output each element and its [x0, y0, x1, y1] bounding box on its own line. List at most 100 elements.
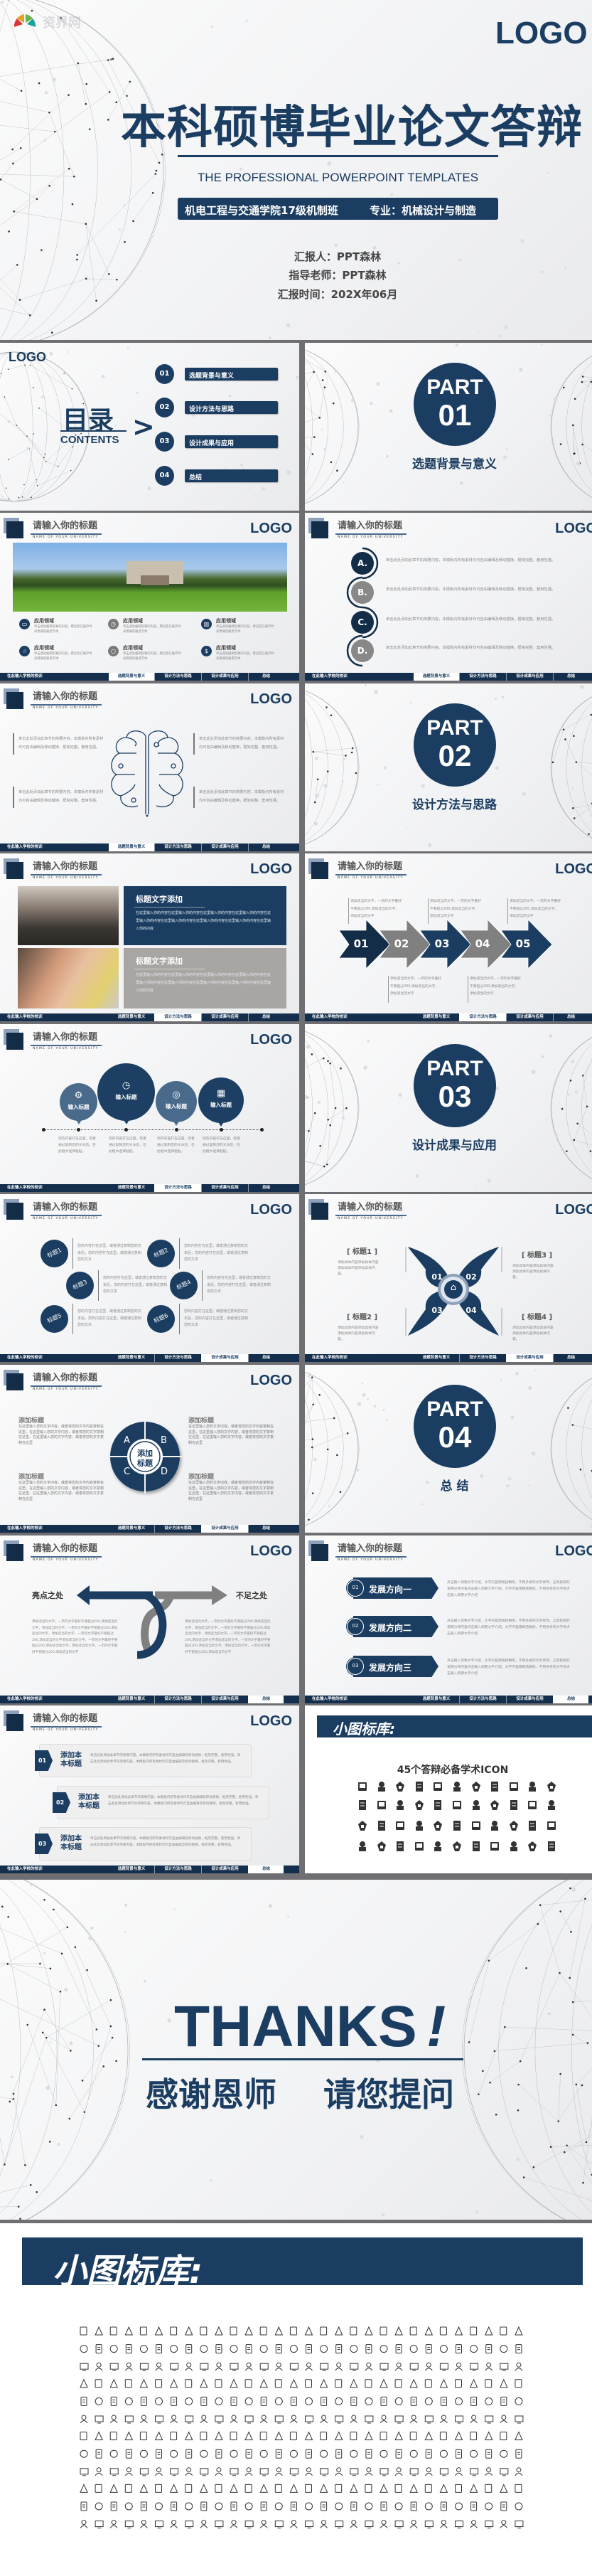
library-icon	[394, 2431, 403, 2441]
nav-tab-1[interactable]: 选题背景与意义	[109, 1354, 154, 1362]
nav-tab-1[interactable]: 选题背景与意义	[109, 1696, 154, 1703]
contents-item-2[interactable]: 02 设计方法与思路	[155, 398, 279, 417]
field-desc: 单击此处编辑您要的内容，建议您在展示时采用微软雅黑字体	[34, 625, 92, 634]
nav-tab-1[interactable]: 选题背景与意义	[109, 1013, 154, 1021]
library-icon	[230, 2345, 238, 2353]
brain-slide[interactable]: 请输入你的标题 NAME OF YOUR UNIVERSITY LOGO 单击此处添加…	[0, 683, 299, 851]
nav-tab-1[interactable]: 选题背景与意义	[109, 843, 154, 851]
nav-tab-4[interactable]: 总结	[553, 1696, 588, 1703]
nav-tab-3[interactable]: 设计成果与应用	[201, 1184, 248, 1192]
library-icon	[485, 2344, 493, 2354]
arrow-steps-slide[interactable]: 请输入你的标题 NAME OF YOUR UNIVERSITY LOGO 01 02 03…	[305, 853, 592, 1021]
academic-icons-slide[interactable]: 小图标库: 45个答辩必备学术ICON	[305, 1705, 592, 1873]
part-04-slide[interactable]: PART 04 总 结	[305, 1365, 592, 1533]
nav-tab-3[interactable]: 设计成果与应用	[201, 1866, 248, 1873]
nav-tab-3[interactable]: 设计成果与应用	[201, 843, 248, 851]
nav-tab-2[interactable]: 设计方法与思路	[154, 673, 201, 681]
bar-chart-icon: ▥	[201, 619, 212, 629]
nav-tab-2[interactable]: 设计方法与思路	[154, 1525, 201, 1533]
photo-text-slide[interactable]: 请输入你的标题 NAME OF YOUR UNIVERSITY LOGO 标题文字添加…	[0, 853, 299, 1021]
library-icon	[380, 2520, 388, 2528]
library-icon	[394, 2415, 404, 2424]
part-03-slide[interactable]: PART 03 设计成果与应用	[305, 1024, 592, 1192]
nav-tab-4[interactable]: 总结	[248, 1866, 284, 1873]
nav-tab-1[interactable]: 选题背景与意义	[109, 1184, 154, 1192]
contents-item-4[interactable]: 04 总结	[155, 466, 279, 486]
nav-tab-3[interactable]: 设计成果与应用	[506, 1354, 553, 1362]
major-info: 专业：机械设计与制造	[370, 204, 477, 217]
nav-tab-3[interactable]: 设计成果与应用	[506, 1013, 553, 1021]
block-text: 在这里输入您的文字内容，或者将您的文字内容复制在这里，在这里输入您的文字内容，或…	[188, 1481, 274, 1501]
comparison-slide[interactable]: 请输入你的标题 NAME OF YOUR UNIVERSITY LOGO 亮点之处不…	[0, 1536, 299, 1703]
nav-tab-1[interactable]: 选题背景与意义	[109, 673, 154, 681]
nav-tab-2[interactable]: 设计方法与思路	[154, 1866, 201, 1873]
nav-tab-3[interactable]: 设计成果与应用	[506, 673, 553, 681]
directions-slide[interactable]: 请输入你的标题 NAME OF YOUR UNIVERSITY LOGO 发展方向一 0…	[305, 1536, 592, 1703]
nav-tab-3[interactable]: 设计成果与应用	[201, 1354, 248, 1362]
library-icon	[485, 2449, 493, 2459]
nav-tab-2[interactable]: 设计方法与思路	[459, 1354, 506, 1362]
backpack-icon	[548, 1800, 555, 1810]
cards-slide[interactable]: 请输入你的标题 NAME OF YOUR UNIVERSITY LOGO 01 添加本本…	[0, 1705, 299, 1873]
nav-tab-1[interactable]: 选题背景与意义	[414, 1354, 459, 1362]
library-icon	[80, 2363, 89, 2371]
library-icon	[185, 2521, 194, 2529]
nav-tab-2[interactable]: 设计方法与思路	[459, 1013, 506, 1021]
part-01-slide[interactable]: PART 01 选题背景与意义	[305, 343, 592, 511]
nav-tab-4[interactable]: 总结	[248, 673, 284, 681]
six-titles-slide[interactable]: 请输入你的标题 NAME OF YOUR UNIVERSITY LOGO 标题1 您的内…	[0, 1194, 299, 1362]
library-title: 小图标库:	[53, 2252, 203, 2292]
nav-tab-2[interactable]: 设计方法与思路	[154, 843, 201, 851]
library-icon	[95, 2397, 103, 2405]
contents-item-1[interactable]: 01 选题背景与意义	[155, 364, 279, 384]
library-icon	[289, 2363, 298, 2371]
library-icon	[274, 2467, 283, 2476]
bubbles-timeline-slide[interactable]: 请输入你的标题 NAME OF YOUR UNIVERSITY LOGO ⚙ 输入标题您…	[0, 1024, 299, 1192]
divider-line	[179, 1304, 180, 1334]
nav-tab-2[interactable]: 设计方法与思路	[154, 1696, 201, 1703]
cover-slide[interactable]: 资界网 LOGO 本科硕博毕业论文答辩 THE PROFESSIONAL POWERP…	[0, 0, 592, 340]
contents-slide[interactable]: LOGO 目录 CONTENTS >01 选题背景与意义 02 设计方法与思路 03 设计成果与…	[0, 343, 299, 511]
part-02-slide[interactable]: PART 02 设计方法与思路	[305, 683, 592, 851]
library-icon	[259, 2326, 267, 2336]
abcd-wheel-slide[interactable]: 请输入你的标题 NAME OF YOUR UNIVERSITY LOGO 添加 标题 A…	[0, 1365, 299, 1533]
nav-tab-2[interactable]: 设计方法与思路	[459, 673, 506, 681]
nav-tab-4[interactable]: 总结	[553, 673, 588, 681]
nav-tab-4[interactable]: 总结	[248, 1525, 284, 1533]
block-title: 添加标题	[18, 1474, 45, 1481]
contents-item-3[interactable]: 03 设计成果与应用	[155, 432, 279, 452]
clock-icon: ◷	[108, 619, 119, 629]
abcd-list-slide[interactable]: 请输入你的标题 NAME OF YOUR UNIVERSITY LOGO A. 单击此处…	[305, 513, 592, 681]
nav-tab-3[interactable]: 设计成果与应用	[201, 1013, 248, 1021]
nav-tab-1[interactable]: 选题背景与意义	[109, 1866, 154, 1873]
nav-tab-4[interactable]: 总结	[553, 1354, 588, 1362]
nav-tab-2[interactable]: 设计方法与思路	[154, 1354, 201, 1362]
campus-slide[interactable]: 请输入你的标题 NAME OF YOUR UNIVERSITY LOGO ▭ 应用领域单…	[0, 513, 299, 681]
library-icon	[500, 2363, 509, 2371]
nav-tab-1[interactable]: 选题背景与意义	[414, 1013, 459, 1021]
nav-tab-3[interactable]: 设计成果与应用	[506, 1696, 553, 1703]
thanks-slide[interactable]: THANKS! 感谢恩师 请您提问	[0, 1880, 592, 2220]
nav-tab-1[interactable]: 选题背景与意义	[414, 673, 459, 681]
library-icon	[485, 2467, 493, 2476]
nav-tab-4[interactable]: 总结	[553, 1013, 588, 1021]
nav-tab-2[interactable]: 设计方法与思路	[154, 1184, 201, 1192]
nav-tab-3[interactable]: 设计成果与应用	[201, 1525, 248, 1533]
nav-tab-4[interactable]: 总结	[248, 1184, 284, 1192]
footer-bar: 在此输入学校的校训 选题背景与意义 设计方法与思路 设计成果与应用 总结	[305, 1354, 592, 1362]
icon-library-slide[interactable]: 小图标库:	[0, 2223, 592, 2576]
butterfly-slide[interactable]: 请输入你的标题 NAME OF YOUR UNIVERSITY LOGO ⌂ 01 02…	[305, 1194, 592, 1362]
nav-tab-4[interactable]: 总结	[248, 1354, 284, 1362]
library-icon	[80, 2432, 87, 2441]
library-icon	[169, 2484, 178, 2493]
nav-tab-2[interactable]: 设计方法与思路	[154, 1013, 201, 1021]
nav-tab-4[interactable]: 总结	[248, 843, 284, 851]
nav-tab-3[interactable]: 设计成果与应用	[201, 673, 248, 681]
step-number: 01	[353, 937, 369, 950]
nav-tab-1[interactable]: 选题背景与意义	[109, 1525, 154, 1533]
nav-tab-4[interactable]: 总结	[248, 1696, 284, 1703]
nav-tab-4[interactable]: 总结	[248, 1013, 284, 1021]
nav-tab-3[interactable]: 设计成果与应用	[201, 1696, 248, 1703]
nav-tab-2[interactable]: 设计方法与思路	[459, 1696, 506, 1703]
nav-tab-1[interactable]: 选题背景与意义	[414, 1696, 459, 1703]
